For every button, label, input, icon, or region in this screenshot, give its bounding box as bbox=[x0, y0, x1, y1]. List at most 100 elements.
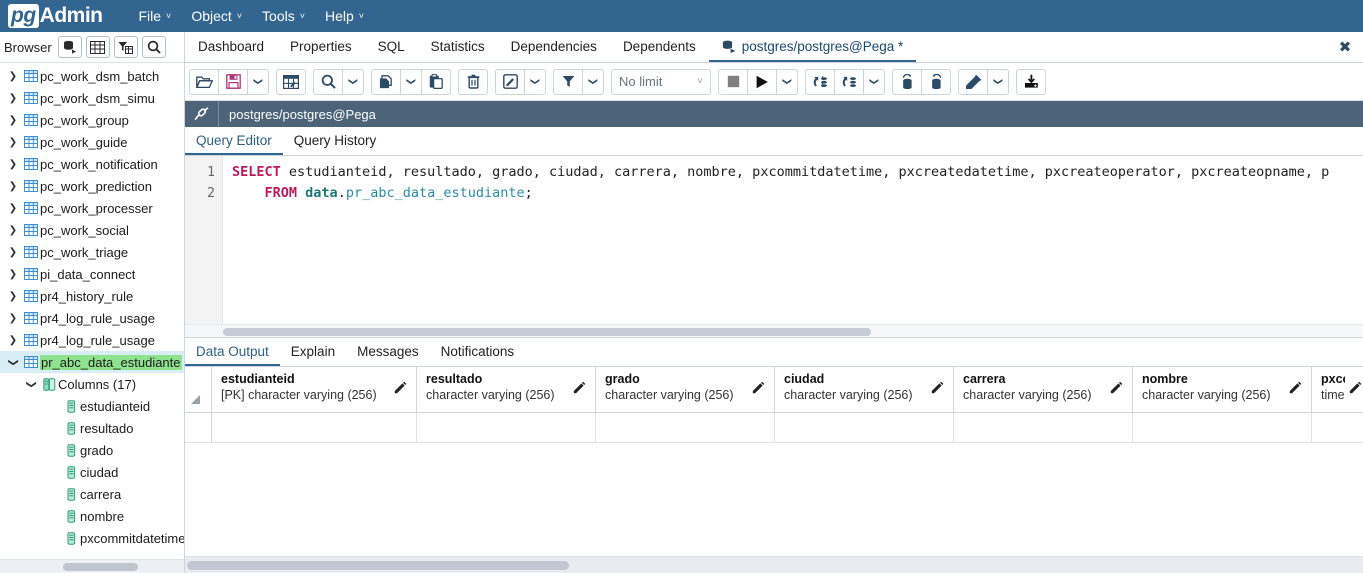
object-explorer-icon[interactable] bbox=[57, 36, 82, 58]
grid-cell[interactable] bbox=[775, 413, 954, 442]
tree-node-pc-work-social[interactable]: ❯ pc_work_social bbox=[0, 219, 184, 241]
tab-postgres-postgres-pega-[interactable]: postgres/postgres@Pega * bbox=[708, 32, 917, 62]
edit-pencil-icon[interactable] bbox=[1289, 381, 1303, 397]
object-tree[interactable]: ❯ pc_work_dsm_batch ❯ pc_work_dsm_simu ❯ pc_w… bbox=[0, 63, 184, 559]
search-icon[interactable] bbox=[141, 36, 166, 58]
sql-editor[interactable]: 12 SELECT estudianteid, resultado, grado… bbox=[185, 156, 1363, 324]
download-icon[interactable] bbox=[1016, 68, 1046, 95]
commit-icon[interactable] bbox=[892, 68, 922, 95]
tree-node-pc-work-dsm-simu[interactable]: ❯ pc_work_dsm_simu bbox=[0, 87, 184, 109]
tree-node-pc-work-dsm-batch[interactable]: ❯ pc_work_dsm_batch bbox=[0, 65, 184, 87]
find-dropdown-caret[interactable]: ❯ bbox=[342, 68, 364, 95]
grid-cell[interactable] bbox=[1312, 413, 1363, 442]
save-file-icon[interactable] bbox=[218, 68, 248, 95]
tab-query-editor[interactable]: Query Editor bbox=[185, 127, 283, 155]
tab-messages[interactable]: Messages bbox=[346, 338, 430, 366]
explain-dropdown-caret[interactable]: ❯ bbox=[863, 68, 885, 95]
browser-horizontal-scrollbar[interactable] bbox=[0, 559, 184, 573]
grid-cell[interactable] bbox=[1133, 413, 1312, 442]
tree-node-pc-work-triage[interactable]: ❯ pc_work_triage bbox=[0, 241, 184, 263]
tree-node-pr-abc-data-estudiante[interactable]: ❯ pr_abc_data_estudiante bbox=[0, 351, 184, 373]
menu-help[interactable]: Help ˅ bbox=[315, 4, 374, 28]
edit-icon[interactable] bbox=[495, 68, 525, 95]
editor-horizontal-scrollbar[interactable] bbox=[185, 324, 1363, 337]
tree-node-pc-work-guide[interactable]: ❯ pc_work_guide bbox=[0, 131, 184, 153]
chevron-right-icon[interactable]: ❯ bbox=[4, 313, 22, 324]
tree-node-pc-work-group[interactable]: ❯ pc_work_group bbox=[0, 109, 184, 131]
filter-tree-icon[interactable] bbox=[113, 36, 138, 58]
tab-properties[interactable]: Properties bbox=[277, 32, 365, 62]
rollback-icon[interactable] bbox=[921, 68, 951, 95]
chevron-down-icon[interactable]: ❯ bbox=[26, 375, 37, 393]
row-selector-cell[interactable] bbox=[185, 413, 212, 442]
grid-cell[interactable] bbox=[954, 413, 1133, 442]
table-row[interactable] bbox=[185, 413, 1363, 443]
tab-data-output[interactable]: Data Output bbox=[185, 338, 280, 366]
stop-icon[interactable] bbox=[718, 68, 748, 95]
tree-node-columns-17-[interactable]: ❯ Columns (17) bbox=[0, 373, 184, 395]
tree-node-pi-data-connect[interactable]: ❯ pi_data_connect bbox=[0, 263, 184, 285]
tree-node-pr4-history-rule[interactable]: ❯ pr4_history_rule bbox=[0, 285, 184, 307]
menu-file[interactable]: File ˅ bbox=[128, 4, 181, 28]
tab-statistics[interactable]: Statistics bbox=[418, 32, 498, 62]
chevron-right-icon[interactable]: ❯ bbox=[4, 71, 22, 82]
save-dropdown-caret[interactable]: ❯ bbox=[247, 68, 269, 95]
editor-code[interactable]: SELECT estudianteid, resultado, grado, c… bbox=[223, 156, 1363, 324]
copy-icon[interactable] bbox=[371, 68, 401, 95]
delete-icon[interactable] bbox=[458, 68, 488, 95]
chevron-right-icon[interactable]: ❯ bbox=[4, 159, 22, 170]
column-header-nombre[interactable]: nombre character varying (256) bbox=[1133, 367, 1312, 412]
tree-node-grado[interactable]: grado bbox=[0, 439, 184, 461]
edit-pencil-icon[interactable] bbox=[1349, 381, 1363, 397]
find-icon[interactable] bbox=[313, 68, 343, 95]
clear-icon[interactable] bbox=[958, 68, 988, 95]
tree-node-pr4-log-rule-usage[interactable]: ❯ pr4_log_rule_usage bbox=[0, 307, 184, 329]
tab-query-history[interactable]: Query History bbox=[283, 127, 388, 155]
clear-dropdown-caret[interactable]: ❯ bbox=[987, 68, 1009, 95]
grid-cell[interactable] bbox=[596, 413, 775, 442]
chevron-right-icon[interactable]: ❯ bbox=[4, 291, 22, 302]
explain-icon[interactable] bbox=[805, 68, 835, 95]
chevron-right-icon[interactable]: ❯ bbox=[4, 181, 22, 192]
explain-analyze-icon[interactable] bbox=[834, 68, 864, 95]
edit-pencil-icon[interactable] bbox=[931, 381, 945, 397]
tree-node-pc-work-processer[interactable]: ❯ pc_work_processer bbox=[0, 197, 184, 219]
chevron-right-icon[interactable]: ❯ bbox=[4, 93, 22, 104]
data-grid[interactable]: estudianteid [PK] character varying (256)… bbox=[185, 367, 1363, 556]
tab-dependencies[interactable]: Dependencies bbox=[498, 32, 610, 62]
edit-pencil-icon[interactable] bbox=[752, 381, 766, 397]
execute-icon[interactable] bbox=[747, 68, 777, 95]
tree-node-resultado[interactable]: resultado bbox=[0, 417, 184, 439]
tree-node-pc-work-prediction[interactable]: ❯ pc_work_prediction bbox=[0, 175, 184, 197]
tab-explain[interactable]: Explain bbox=[280, 338, 346, 366]
column-header-resultado[interactable]: resultado character varying (256) bbox=[417, 367, 596, 412]
grid-cell[interactable] bbox=[417, 413, 596, 442]
grid-icon[interactable] bbox=[85, 36, 110, 58]
column-header-pxcommitdatetime[interactable]: pxcommitdatetime timestamp bbox=[1312, 367, 1363, 412]
edit-pencil-icon[interactable] bbox=[573, 381, 587, 397]
chevron-right-icon[interactable]: ❯ bbox=[4, 203, 22, 214]
menu-tools[interactable]: Tools ˅ bbox=[252, 4, 315, 28]
edit-dropdown-caret[interactable]: ❯ bbox=[524, 68, 546, 95]
chevron-right-icon[interactable]: ❯ bbox=[4, 335, 22, 346]
column-header-carrera[interactable]: carrera character varying (256) bbox=[954, 367, 1133, 412]
tree-node-carrera[interactable]: carrera bbox=[0, 483, 184, 505]
tab-dependents[interactable]: Dependents bbox=[610, 32, 709, 62]
tree-node-pxcommitdatetime[interactable]: pxcommitdatetime bbox=[0, 527, 184, 549]
edit-grid-icon[interactable] bbox=[276, 68, 306, 95]
column-header-estudianteid[interactable]: estudianteid [PK] character varying (256) bbox=[212, 367, 417, 412]
execute-dropdown-caret[interactable]: ❯ bbox=[776, 68, 798, 95]
chevron-down-icon[interactable]: ❯ bbox=[8, 353, 19, 371]
grid-cell[interactable] bbox=[212, 413, 417, 442]
grid-corner-cell[interactable] bbox=[185, 367, 212, 412]
chevron-right-icon[interactable]: ❯ bbox=[4, 225, 22, 236]
column-header-grado[interactable]: grado character varying (256) bbox=[596, 367, 775, 412]
paste-icon[interactable] bbox=[421, 68, 451, 95]
tree-node-ciudad[interactable]: ciudad bbox=[0, 461, 184, 483]
tab-dashboard[interactable]: Dashboard bbox=[185, 32, 277, 62]
filter-dropdown-caret[interactable]: ❯ bbox=[582, 68, 604, 95]
editor-scroll-thumb[interactable] bbox=[223, 328, 871, 336]
tree-node-estudianteid[interactable]: estudianteid bbox=[0, 395, 184, 417]
open-file-icon[interactable] bbox=[189, 68, 219, 95]
data-grid-scroll-thumb[interactable] bbox=[187, 561, 569, 570]
